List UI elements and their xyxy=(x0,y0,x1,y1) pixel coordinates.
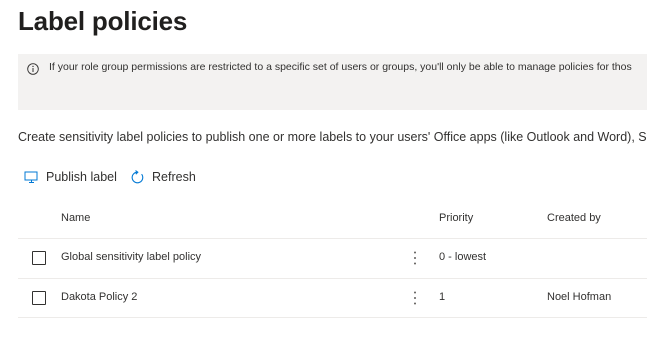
column-header-priority[interactable]: Priority xyxy=(439,212,473,224)
publish-label-text: Publish label xyxy=(46,170,117,184)
policy-priority: 1 xyxy=(439,291,446,303)
policy-name[interactable]: Dakota Policy 2 xyxy=(61,291,137,303)
table-row[interactable]: Global sensitivity label policy 0 - lowe… xyxy=(18,239,647,277)
refresh-label-text: Refresh xyxy=(152,170,196,184)
info-icon xyxy=(27,62,39,75)
policy-priority: 0 - lowest xyxy=(439,251,487,263)
table-row[interactable]: Dakota Policy 2 1 Noel Hofman xyxy=(18,279,647,317)
row-divider xyxy=(18,317,647,318)
column-header-created-by[interactable]: Created by xyxy=(547,212,601,224)
info-message-text: If your role group permissions are restr… xyxy=(49,61,632,73)
page-description: Create sensitivity label policies to pub… xyxy=(18,130,647,144)
more-options-icon[interactable] xyxy=(409,249,421,267)
info-message-bar: If your role group permissions are restr… xyxy=(18,54,647,110)
refresh-icon xyxy=(130,169,145,185)
publish-icon xyxy=(24,171,39,184)
policy-created-by: Noel Hofman xyxy=(547,291,612,303)
policy-name[interactable]: Global sensitivity label policy xyxy=(61,251,201,263)
row-checkbox[interactable] xyxy=(32,291,46,305)
publish-label-button[interactable]: Publish label xyxy=(24,166,117,188)
refresh-button[interactable]: Refresh xyxy=(130,166,196,188)
row-checkbox[interactable] xyxy=(32,251,46,265)
more-options-icon[interactable] xyxy=(409,289,421,307)
page-title: Label policies xyxy=(18,6,188,36)
column-header-name[interactable]: Name xyxy=(61,212,90,224)
